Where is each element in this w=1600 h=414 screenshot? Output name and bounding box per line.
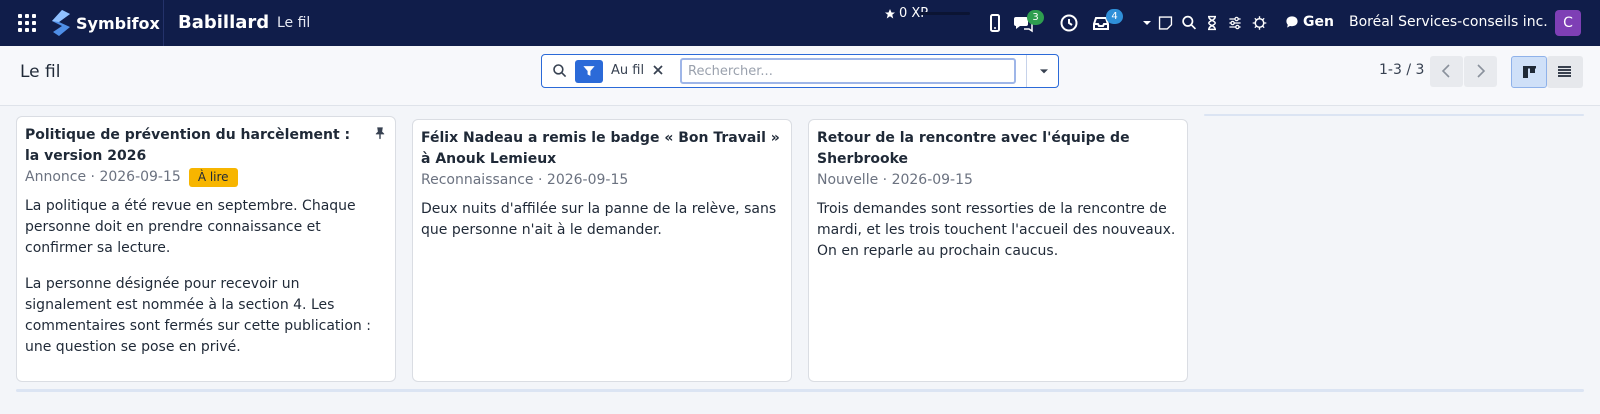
card-category: Nouvelle: [817, 172, 879, 188]
card-date: 2026-09-15: [99, 169, 181, 185]
speech-bubble-icon: [1286, 16, 1298, 28]
clock-activity-icon[interactable]: [1059, 13, 1079, 33]
app-name[interactable]: Babillard: [178, 12, 269, 33]
kanban-icon: [1523, 66, 1536, 78]
chat-count-badge: 3: [1027, 10, 1044, 25]
bug-debug-icon[interactable]: [1251, 13, 1268, 33]
page-title: Le fil: [20, 62, 61, 82]
meta-separator: ·: [86, 169, 100, 185]
kanban-card[interactable]: Retour de la rencontre avec l'équipe de …: [808, 119, 1188, 382]
meta-separator: ·: [533, 172, 547, 188]
ghost-column-top: [1204, 114, 1584, 116]
kanban-board: Politique de prévention du harcèlement :…: [0, 106, 1600, 414]
filter-facet-label: Au fil: [611, 63, 645, 78]
brand-logo-link[interactable]: Symbifox: [50, 9, 160, 37]
pager-next-button[interactable]: [1464, 56, 1497, 87]
gen-label: Gen: [1303, 14, 1334, 30]
star-icon: [885, 8, 895, 18]
search-bar[interactable]: Au fil: [541, 54, 1059, 88]
card-title[interactable]: Politique de prévention du harcèlement :…: [25, 125, 387, 167]
card-meta: Nouvelle · 2026-09-15: [817, 170, 1179, 191]
pager-value[interactable]: 1-3 / 3: [1379, 62, 1424, 78]
filter-facet-icon: [575, 60, 603, 83]
search-icon[interactable]: [1181, 13, 1198, 33]
kanban-card[interactable]: Félix Nadeau a remis le badge « Bon Trav…: [412, 119, 792, 382]
control-panel: Le fil Au fil 1-3 / 3: [0, 46, 1600, 106]
card-body: Deux nuits d'affilée sur la panne de la …: [421, 199, 783, 241]
card-meta: Annonce · 2026-09-15 À lire: [25, 167, 387, 188]
hourglass-icon[interactable]: [1204, 13, 1220, 33]
card-paragraph: La politique a été revue en septembre. C…: [25, 198, 356, 256]
chevron-right-icon: [1477, 64, 1486, 78]
settings-sliders-icon[interactable]: [1227, 13, 1243, 33]
brand-name: Symbifox: [76, 13, 160, 33]
card-body: La politique a été revue en septembre. C…: [25, 196, 387, 358]
card-body: Trois demandes sont ressorties de la ren…: [817, 199, 1179, 262]
sticky-note-icon[interactable]: [1157, 13, 1174, 33]
search-divider: [1026, 55, 1027, 87]
pager-previous-button[interactable]: [1430, 56, 1463, 87]
company-switcher[interactable]: Boréal Services-conseils inc.: [1349, 14, 1548, 30]
menu-item-le-fil[interactable]: Le fil: [277, 15, 310, 31]
xp-progress-bar: [920, 12, 970, 15]
top-navbar: Symbifox Babillard Le fil 0 XP 3 4 Gen B…: [0, 0, 1600, 46]
ghost-column-bottom: [16, 389, 1584, 392]
kanban-view-button[interactable]: [1511, 56, 1547, 88]
chevron-left-icon: [1441, 64, 1450, 78]
card-paragraph: Deux nuits d'affilée sur la panne de la …: [421, 201, 777, 238]
read-tag-badge: À lire: [188, 167, 238, 187]
card-title[interactable]: Félix Nadeau a remis le badge « Bon Trav…: [421, 128, 783, 170]
mobile-phone-icon[interactable]: [985, 13, 1005, 33]
symbifox-logo-icon: [52, 10, 70, 36]
search-options-caret-icon[interactable]: [1036, 63, 1052, 79]
card-category: Reconnaissance: [421, 172, 534, 188]
card-date: 2026-09-15: [546, 172, 629, 188]
activity-count-badge: 4: [1106, 9, 1123, 24]
caret-down-icon[interactable]: [1141, 13, 1153, 33]
card-category: Annonce: [25, 169, 87, 185]
card-title[interactable]: Retour de la rencontre avec l'équipe de …: [817, 128, 1179, 170]
card-paragraph: La personne désignée pour recevoir un si…: [25, 276, 371, 355]
navbar-divider: [163, 0, 164, 46]
list-view-button[interactable]: [1547, 56, 1583, 88]
search-icon[interactable]: [552, 63, 568, 79]
kanban-card[interactable]: Politique de prévention du harcèlement :…: [16, 116, 396, 382]
card-paragraph: Trois demandes sont ressorties de la ren…: [817, 201, 1176, 259]
card-date: 2026-09-15: [891, 172, 973, 188]
gen-assistant-button[interactable]: Gen: [1285, 14, 1334, 30]
list-icon: [1558, 66, 1571, 77]
pin-icon: [373, 125, 387, 140]
apps-grid-icon[interactable]: [18, 14, 36, 32]
remove-facet-icon[interactable]: [650, 62, 666, 78]
user-avatar[interactable]: C: [1555, 10, 1581, 36]
search-input[interactable]: [680, 58, 1016, 84]
card-meta: Reconnaissance · 2026-09-15: [421, 170, 783, 191]
meta-separator: ·: [878, 172, 892, 188]
